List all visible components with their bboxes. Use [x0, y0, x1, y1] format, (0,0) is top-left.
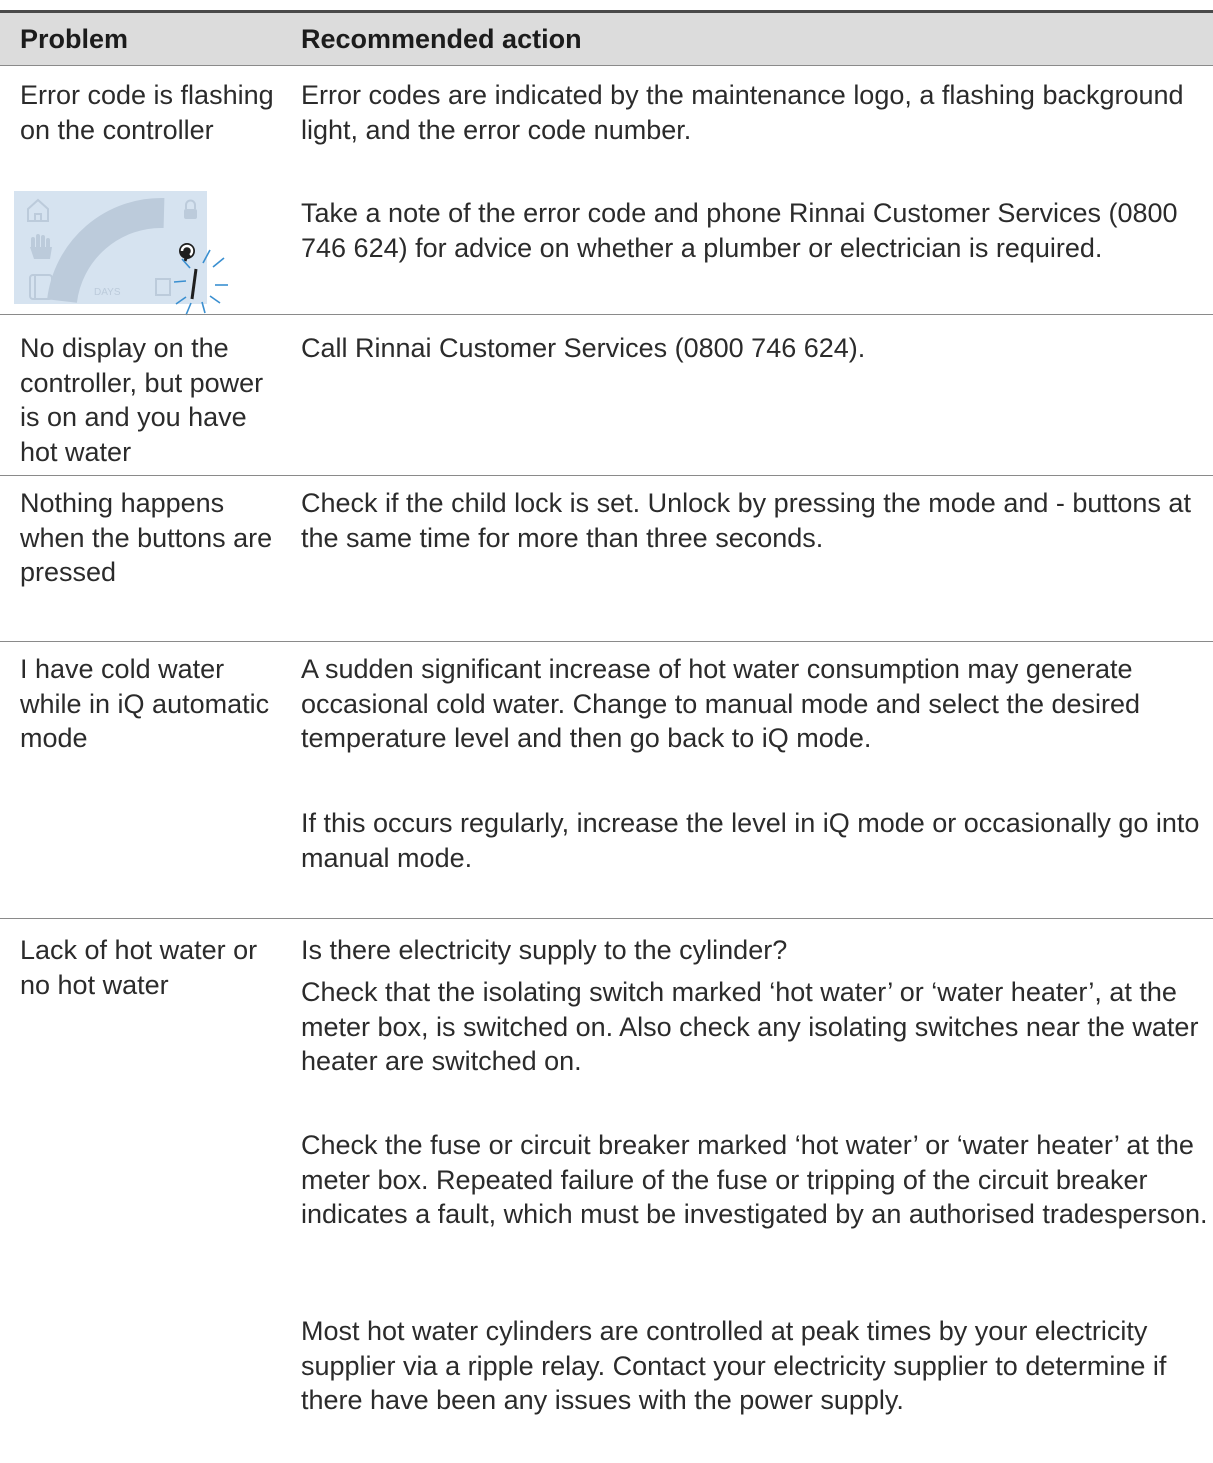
- action-text: A sudden significant increase of hot wat…: [301, 654, 1141, 753]
- problem-cell: I have cold water while in iQ automatic …: [20, 654, 270, 753]
- maintenance-wrench-icon: [179, 243, 195, 262]
- flashing-rays-icon: [173, 249, 228, 316]
- header-recommended-action: Recommended action: [301, 24, 582, 54]
- row-divider: [0, 641, 1213, 642]
- row-divider: [0, 314, 1213, 315]
- days-box: [155, 278, 171, 296]
- controller-display-image: DAYS: [14, 191, 228, 316]
- row-divider: [0, 918, 1213, 919]
- lock-icon: [184, 199, 197, 219]
- action-text: Check if the child lock is set. Unlock b…: [301, 488, 1191, 553]
- problem-cell: No display on the controller, but power …: [20, 333, 264, 467]
- error-digit-glyph: [190, 268, 198, 300]
- hand-icon: [30, 234, 52, 259]
- problem-cell: Lack of hot water or no hot water: [20, 935, 258, 1000]
- problem-cell: Error code is flashing on the controller: [20, 80, 274, 145]
- days-label: DAYS: [94, 287, 121, 298]
- controller-display-drawing: DAYS: [27, 197, 228, 316]
- action-text: Is there electricity supply to the cylin…: [301, 935, 788, 965]
- problem-cell: Nothing happens when the buttons are pre…: [20, 488, 273, 587]
- row-divider: [0, 475, 1213, 476]
- table-header: Problem Recommended action: [0, 10, 1213, 66]
- action-text: Check that the isolating switch marked ‘…: [301, 977, 1199, 1076]
- action-text: Call Rinnai Customer Services (0800 746 …: [301, 333, 866, 363]
- house-icon: [27, 198, 49, 222]
- action-text: If this occurs regularly, increase the l…: [301, 808, 1200, 873]
- action-text: Error codes are indicated by the mainten…: [301, 80, 1184, 145]
- action-text: Most hot water cylinders are controlled …: [301, 1316, 1167, 1415]
- action-text: Take a note of the error code and phone …: [301, 198, 1178, 263]
- header-problem: Problem: [20, 24, 129, 54]
- action-text: Check the fuse or circuit breaker marked…: [301, 1130, 1208, 1229]
